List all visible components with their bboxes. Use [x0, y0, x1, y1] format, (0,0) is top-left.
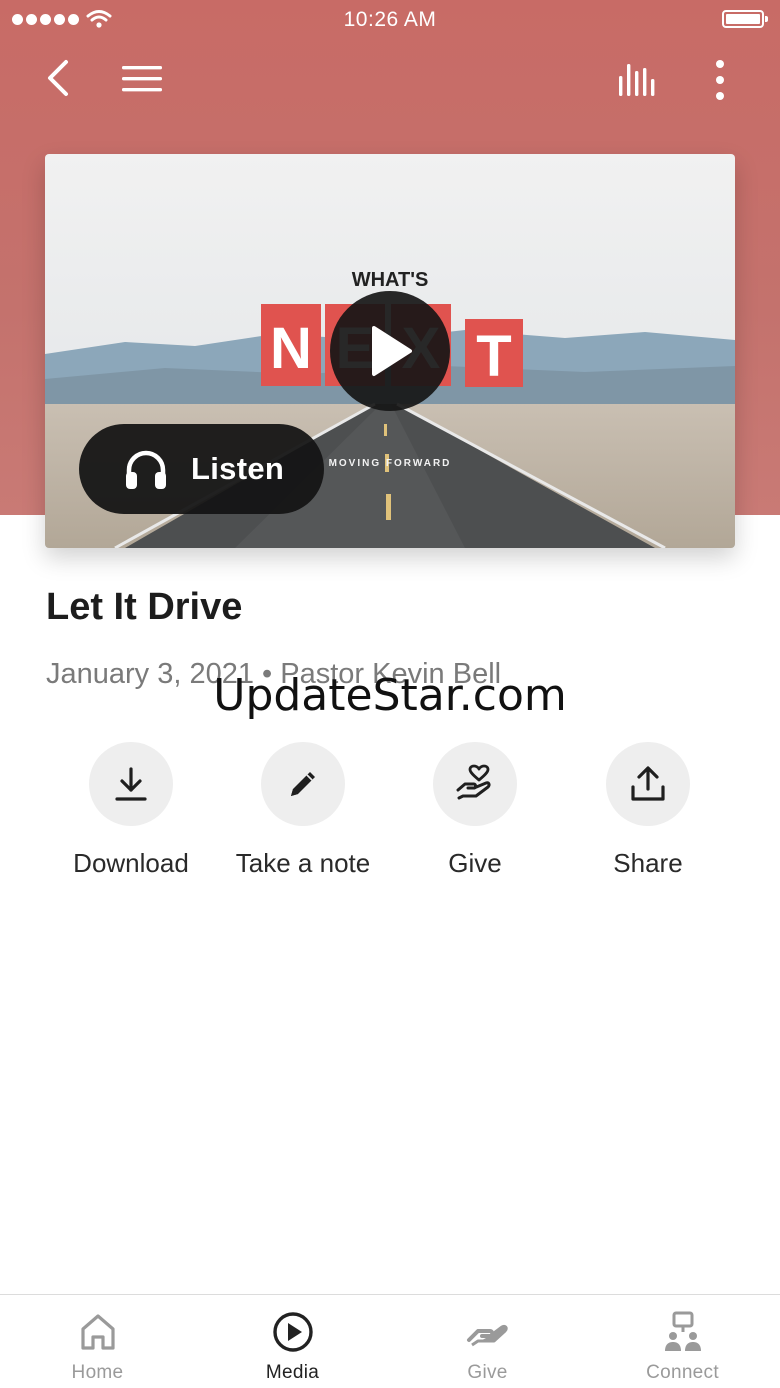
- give-hand-icon: [466, 1324, 508, 1347]
- download-icon-circle: [89, 742, 173, 826]
- tab-give-label: Give: [467, 1362, 508, 1383]
- share-icon-circle: [606, 742, 690, 826]
- connect-icon: [664, 1311, 701, 1351]
- give-icon-circle: [433, 742, 517, 826]
- pencil-icon: [291, 772, 315, 796]
- take-a-note-label: Take a note: [235, 848, 371, 878]
- tab-home-label: Home: [71, 1362, 124, 1383]
- artwork-letter-n: N: [270, 316, 312, 381]
- home-icon: [80, 1314, 115, 1350]
- artwork-letter-t: T: [476, 324, 511, 389]
- give-label: Give: [448, 848, 502, 878]
- listen-button[interactable]: Listen: [79, 424, 324, 514]
- listen-label: Listen: [191, 451, 285, 486]
- more-vertical-icon: [716, 60, 724, 100]
- chevron-left-icon: [48, 60, 68, 96]
- artwork-tagline: MOVING FORWARD: [329, 458, 452, 469]
- more-options-button[interactable]: [700, 54, 740, 106]
- heart-hand-icon: [456, 764, 491, 800]
- tab-connect-label: Connect: [646, 1362, 719, 1383]
- artwork-line1: WHAT'S: [352, 269, 429, 291]
- bar-chart-icon: [619, 64, 655, 96]
- play-icon: [372, 326, 412, 376]
- play-circle-icon: [272, 1312, 313, 1352]
- play-button[interactable]: [330, 291, 450, 411]
- audio-levels-button[interactable]: [610, 56, 666, 104]
- tab-media-label: Media: [265, 1362, 320, 1383]
- download-button[interactable]: Download: [41, 742, 221, 879]
- take-a-note-button[interactable]: Take a note: [213, 742, 393, 879]
- download-label: Download: [73, 848, 189, 878]
- headphones-icon: [126, 450, 166, 489]
- back-button[interactable]: [34, 54, 82, 102]
- menu-button[interactable]: [116, 56, 168, 102]
- note-icon-circle: [261, 742, 345, 826]
- status-time: 10:26 AM: [343, 8, 437, 31]
- tab-media[interactable]: Media: [195, 1295, 390, 1388]
- download-icon: [115, 767, 147, 801]
- sermon-media-card[interactable]: WHAT'S N E X T MOVING FORWARD Listen: [45, 154, 735, 548]
- hamburger-menu-icon: [122, 66, 162, 92]
- sermon-title: Let It Drive: [46, 586, 243, 628]
- share-icon: [631, 766, 665, 801]
- battery-icon: [722, 10, 768, 28]
- status-bar: 10:26 AM: [0, 0, 780, 40]
- share-button[interactable]: Share: [558, 742, 738, 879]
- tab-connect[interactable]: Connect: [585, 1295, 780, 1388]
- share-label: Share: [613, 848, 683, 878]
- bottom-tab-bar: Home Media Give Connect: [0, 1294, 780, 1388]
- tab-give[interactable]: Give: [390, 1295, 585, 1388]
- give-button[interactable]: Give: [385, 742, 565, 879]
- watermark: UpdateStar.com: [213, 670, 567, 721]
- tab-home[interactable]: Home: [0, 1295, 195, 1388]
